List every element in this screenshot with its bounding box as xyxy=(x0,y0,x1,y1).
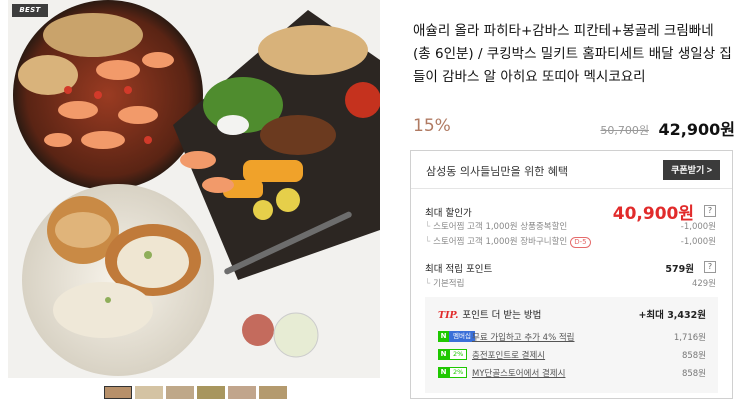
tree-branch-icon: └ xyxy=(425,237,431,247)
coupon-download-button[interactable]: 쿠폰받기 > xyxy=(663,160,720,180)
naver-n-icon: N xyxy=(438,349,449,360)
benefit-title: 삼성동 의사들님만을 위한 혜택 xyxy=(426,165,569,178)
naver-pay-badge: N 2% xyxy=(438,367,468,378)
percent-tag: 2% xyxy=(449,349,468,360)
discount-item: └ 스토어찜 고객 1,000원 상품중복할인 -1,000원 xyxy=(425,220,716,232)
d-day-badge: D-5 xyxy=(570,237,591,248)
tip-total-points: +최대 3,432원 xyxy=(638,310,706,321)
tip-item-value: 858원 xyxy=(681,351,706,361)
tip-box: TIP. 포인트 더 받는 방법 +최대 3,432원 N 멤버십 무료 가입하고 … xyxy=(425,297,718,393)
tip-item-value: 1,716원 xyxy=(673,333,706,343)
thumbnail-4[interactable] xyxy=(197,386,225,399)
tip-item[interactable]: N 2% 충전포인트로 결제시 858원 xyxy=(438,349,706,361)
thumbnail-2[interactable] xyxy=(135,386,163,399)
tip-item-text[interactable]: MY단골스토어에서 결제시 xyxy=(472,367,565,379)
product-title: 애슐리 올라 파히타+감바스 피칸테+봉골레 크림빠네 (총 6인분) / 쿠킹… xyxy=(413,23,732,85)
thumbnail-5[interactable] xyxy=(228,386,256,399)
point-item: └ 기본적립 429원 xyxy=(425,277,716,289)
thumbnail-strip xyxy=(104,386,290,399)
max-discount-label: 최대 할인가 xyxy=(425,208,472,219)
max-discount-help-icon[interactable]: ? xyxy=(704,205,716,217)
tip-heading: TIP. 포인트 더 받는 방법 xyxy=(438,307,541,321)
product-main-image[interactable]: BEST xyxy=(8,0,380,378)
tip-label: 포인트 더 받는 방법 xyxy=(462,310,542,321)
discount-item: └ 스토어찜 고객 1,000원 장바구니할인 D-5 -1,000원 xyxy=(425,235,716,248)
tip-item[interactable]: N 멤버십 무료 가입하고 추가 4% 적립 1,716원 xyxy=(438,331,706,343)
benefit-panel: 삼성동 의사들님만을 위한 혜택 쿠폰받기 > 최대 할인가 40,900원 ?… xyxy=(410,150,733,399)
tree-branch-icon: └ xyxy=(425,222,431,232)
benefit-header: 삼성동 의사들님만을 위한 혜택 쿠폰받기 > xyxy=(411,151,732,189)
tip-item-text[interactable]: 충전포인트로 결제시 xyxy=(472,349,545,361)
tree-branch-icon: └ xyxy=(425,279,431,289)
naver-n-icon: N xyxy=(438,367,449,378)
max-discount-row: 최대 할인가 40,900원 ? xyxy=(425,204,716,224)
tip-item[interactable]: N 2% MY단골스토어에서 결제시 858원 xyxy=(438,367,706,379)
discount-item-value: -1,000원 xyxy=(680,237,716,247)
food-illustration xyxy=(8,0,380,378)
point-item-label: 기본적립 xyxy=(433,279,465,289)
thumbnail-1[interactable] xyxy=(104,386,132,399)
max-point-value: 579원 xyxy=(665,264,694,275)
tip-item-value: 858원 xyxy=(681,369,706,379)
naver-pay-badge: N 멤버십 xyxy=(438,331,475,342)
point-item-value: 429원 xyxy=(691,279,716,289)
tip-item-text[interactable]: 무료 가입하고 추가 4% 적립 xyxy=(472,331,575,343)
max-point-row: 최대 적립 포인트 579원 ? xyxy=(425,261,716,275)
naver-pay-badge: N 2% xyxy=(438,349,468,360)
discount-item-label: 스토어찜 고객 1,000원 장바구니할인 xyxy=(433,237,568,247)
max-point-help-icon[interactable]: ? xyxy=(704,261,716,273)
max-point-label: 최대 적립 포인트 xyxy=(425,264,493,275)
percent-tag: 2% xyxy=(449,367,468,378)
naver-n-icon: N xyxy=(438,331,449,342)
original-price: 50,700원 xyxy=(600,124,649,137)
thumbnail-6[interactable] xyxy=(259,386,287,399)
discount-item-value: -1,000원 xyxy=(680,222,716,232)
discount-rate: 15% xyxy=(413,116,451,136)
discount-item-label: 스토어찜 고객 1,000원 상품중복할인 xyxy=(433,222,568,232)
thumbnail-3[interactable] xyxy=(166,386,194,399)
sale-price: 42,900원 xyxy=(658,120,735,139)
tip-word: TIP. xyxy=(438,310,459,321)
price-row: 15% 50,700원 42,900원 xyxy=(413,116,735,140)
best-badge: BEST xyxy=(12,4,48,17)
